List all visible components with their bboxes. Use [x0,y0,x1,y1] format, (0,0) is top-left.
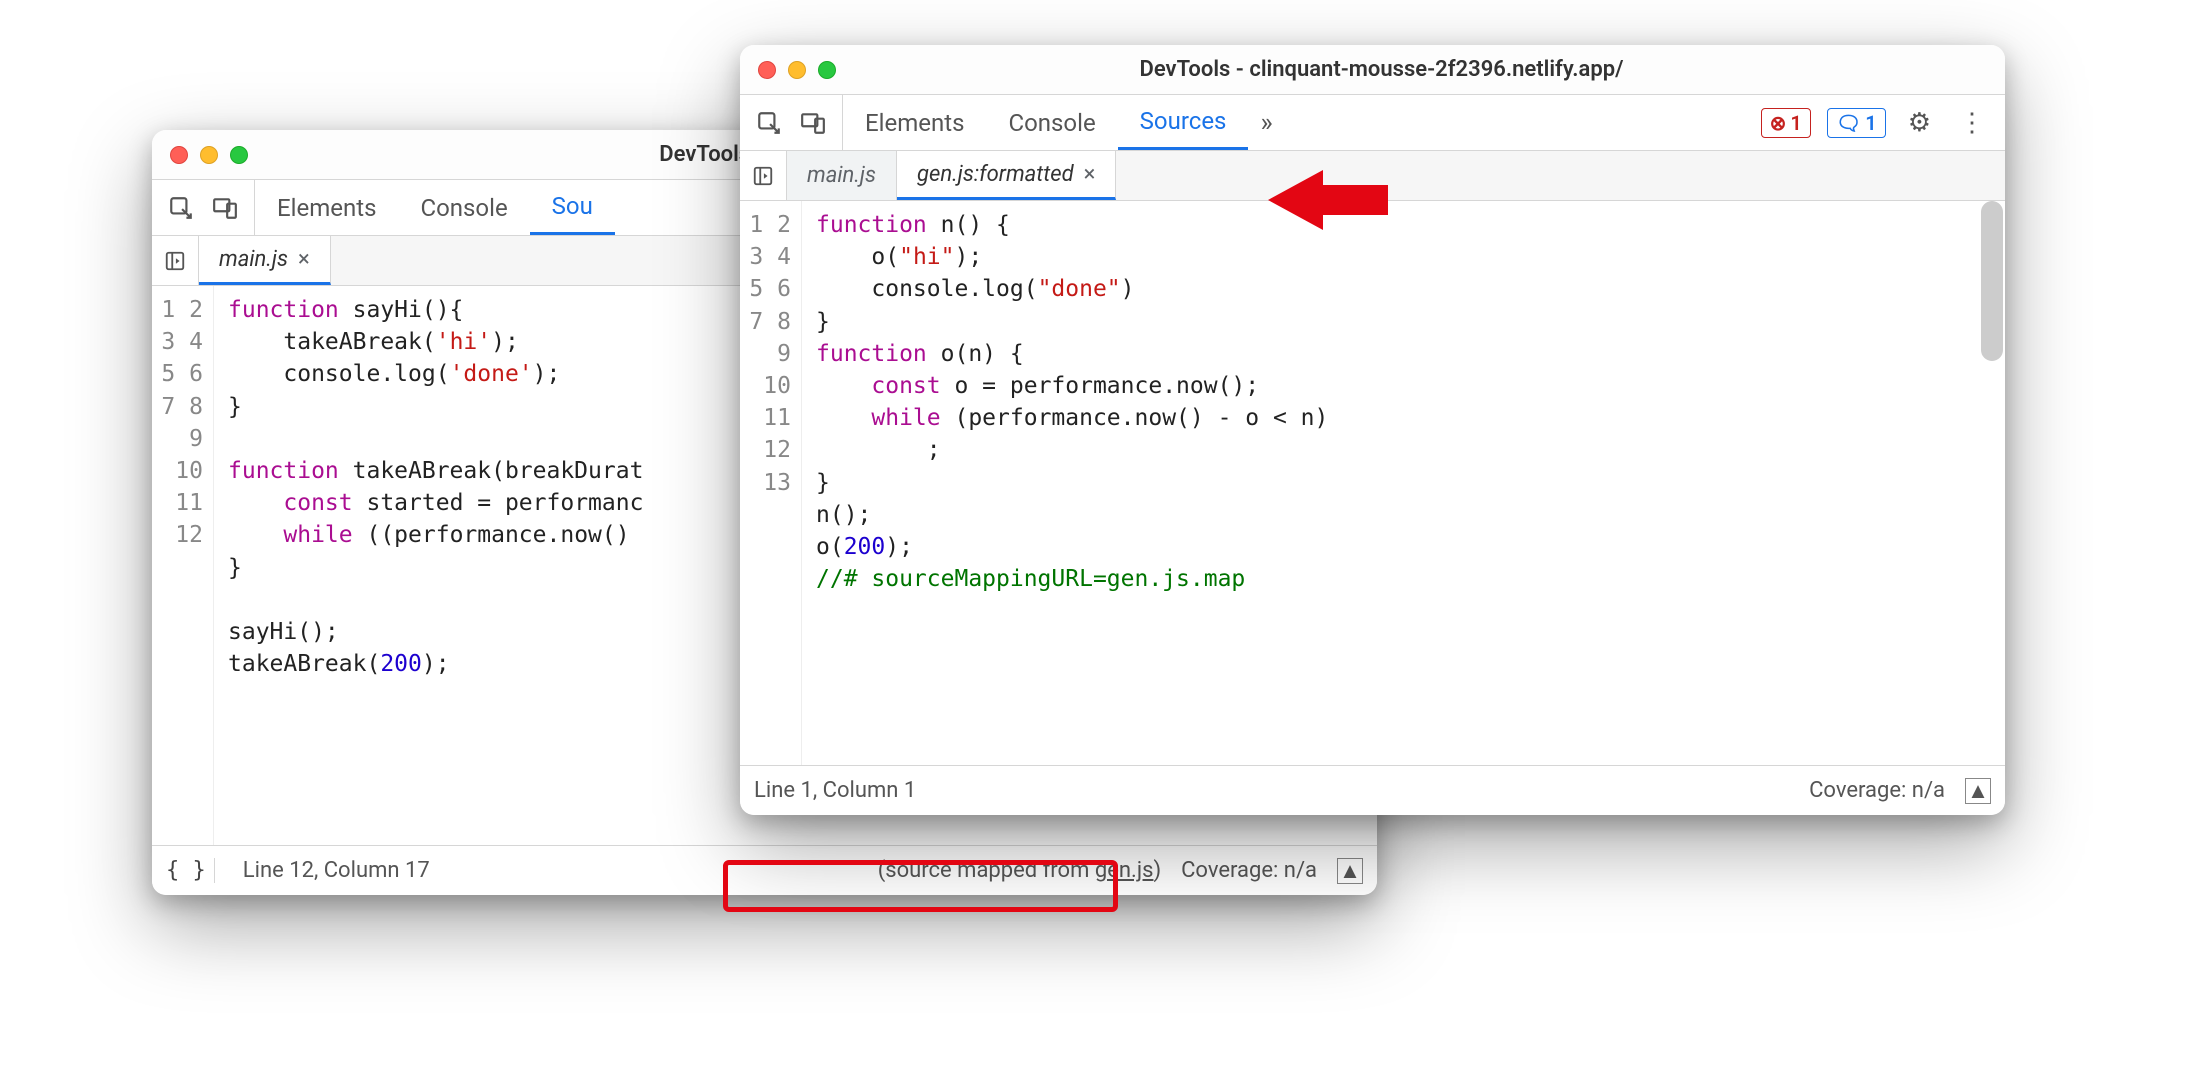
minimize-icon[interactable] [788,61,806,79]
navigator-toggle-icon[interactable] [752,165,774,187]
doc-tab-gen-js-formatted[interactable]: gen.js:formatted × [897,151,1116,200]
tab-sources[interactable]: Sou [530,180,615,235]
maximize-icon[interactable] [230,146,248,164]
kebab-menu-icon[interactable]: ⋮ [1953,108,1991,138]
statusbar: Line 1, Column 1 Coverage: n/a ▲ [740,765,2005,815]
close-icon[interactable] [170,146,188,164]
annotation-highlight-box [723,860,1118,912]
line-gutter: 1 2 3 4 5 6 7 8 9 10 11 12 [152,286,214,845]
navigator-toggle-icon[interactable] [164,250,186,272]
window-title: DevTools - clinquant-mousse-2f2396.netli… [836,57,1987,82]
cursor-position: Line 12, Column 17 [243,858,430,883]
show-panel-icon[interactable]: ▲ [1337,858,1363,884]
show-panel-icon[interactable]: ▲ [1965,778,1991,804]
tab-console[interactable]: Console [398,180,529,235]
titlebar: DevTools - clinquant-mousse-2f2396.netli… [740,45,2005,95]
tab-sources[interactable]: Sources [1118,95,1249,150]
coverage-info: Coverage: n/a [1181,858,1317,883]
code-content[interactable]: function n() { o("hi"); console.log("don… [802,201,2005,765]
maximize-icon[interactable] [818,61,836,79]
doc-tab-label: main.js [807,163,876,188]
messages-badge[interactable]: 🗨 1 [1827,108,1886,138]
traffic-lights [170,146,248,164]
doc-tab-main-js[interactable]: main.js × [199,236,331,285]
traffic-lights [758,61,836,79]
more-tabs-icon[interactable]: » [1248,108,1284,138]
close-icon[interactable] [758,61,776,79]
close-tab-icon[interactable]: × [298,247,310,272]
doc-tab-main-js[interactable]: main.js [787,151,897,200]
scrollbar[interactable] [1981,201,2003,361]
tab-console[interactable]: Console [986,95,1117,150]
error-icon: ⊗ [1770,111,1787,135]
doc-tab-label: gen.js:formatted [917,162,1074,187]
messages-icon: 🗨 [1836,111,1861,135]
inspect-icon[interactable] [168,195,194,221]
tab-elements[interactable]: Elements [255,180,398,235]
devtools-toolbar: Elements Console Sources » ⊗ 1 🗨 1 ⚙ ⋮ [740,95,2005,151]
line-gutter: 1 2 3 4 5 6 7 8 9 10 11 12 13 [740,201,802,765]
doc-tab-label: main.js [219,247,288,272]
settings-icon[interactable]: ⚙ [1902,108,1937,138]
error-badge[interactable]: ⊗ 1 [1761,108,1811,138]
close-tab-icon[interactable]: × [1084,162,1096,187]
device-toggle-icon[interactable] [800,110,826,136]
pretty-print-icon[interactable]: { } [166,858,215,883]
tab-elements[interactable]: Elements [843,95,986,150]
coverage-info: Coverage: n/a [1809,778,1945,803]
device-toggle-icon[interactable] [212,195,238,221]
minimize-icon[interactable] [200,146,218,164]
code-editor[interactable]: 1 2 3 4 5 6 7 8 9 10 11 12 13 function n… [740,201,2005,765]
annotation-arrow-icon [1258,160,1398,240]
cursor-position: Line 1, Column 1 [754,778,916,803]
inspect-icon[interactable] [756,110,782,136]
